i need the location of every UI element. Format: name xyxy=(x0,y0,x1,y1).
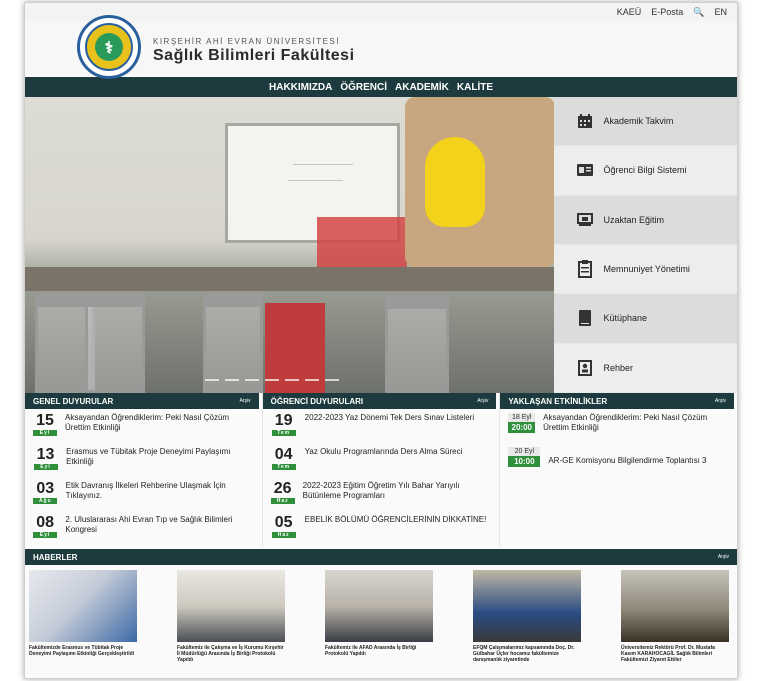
date-badge: 05 Haz xyxy=(271,515,297,538)
genel-duyurular-header: GENEL DUYURULAR Arşiv xyxy=(25,393,259,409)
announcement-title[interactable]: Erasmus ve Tübitak Proje Deneyimi Paylaş… xyxy=(66,447,254,467)
quick-link-kutuphane[interactable]: Kütüphane xyxy=(553,294,737,344)
date-badge: 04 Tem xyxy=(271,447,297,470)
news-image xyxy=(29,570,137,642)
quick-link-memnuniyet[interactable]: Memnuniyet Yönetimi xyxy=(553,244,737,295)
kaeu-link[interactable]: KAEÜ xyxy=(617,7,642,17)
nav-ogrenci[interactable]: ÖĞRENCİ xyxy=(340,82,387,93)
faculty-logo[interactable]: ⚕ xyxy=(77,15,141,79)
date-badge: 15 Eyl xyxy=(33,413,57,436)
date-badge: 08 Eyl xyxy=(33,515,58,538)
ogrenci-duyurulari-header: ÖĞRENCİ DUYURULARI Arşiv xyxy=(262,393,497,409)
event-title[interactable]: Aksayandan Öğrendiklerim: Peki Nasıl Çöz… xyxy=(543,413,729,439)
id-card-icon xyxy=(576,161,594,179)
news-card[interactable]: EFQM Çalışmalarımız kapsamında Doç. Dr. … xyxy=(473,570,581,678)
date-badge: 13 Eyl xyxy=(33,447,58,470)
announcement-title[interactable]: Etik Davranış İlkeleri Rehberine Ulaşmak… xyxy=(66,481,254,501)
top-bar: KAEÜ E-Posta 🔍 EN xyxy=(25,3,737,21)
genel-duyurular: GENEL DUYURULAR Arşiv 15 Eyl Aksayandan Ö… xyxy=(25,393,263,547)
university-name: KIRŞEHİR AHİ EVRAN ÜNİVERSİTESİ xyxy=(153,37,340,46)
announcement-title[interactable]: Yaz Okulu Programlarında Ders Alma Sürec… xyxy=(305,447,463,457)
quick-link-uzaktan-egitim[interactable]: Uzaktan Eğitim xyxy=(553,195,737,245)
arsiv-link[interactable]: Arşiv xyxy=(715,398,726,404)
quick-link-obs[interactable]: Öğrenci Bilgi Sistemi xyxy=(553,146,737,196)
news-caption: EFQM Çalışmalarımız kapsamında Doç. Dr. … xyxy=(473,645,575,663)
haberler-header: HABERLER Arşiv xyxy=(25,549,737,565)
list-item[interactable]: 13 Eyl Erasmus ve Tübitak Proje Deneyimi … xyxy=(25,443,262,477)
news-card[interactable]: Fakültemizde Erasmus ve Tübitak Proje De… xyxy=(29,570,137,678)
contacts-icon xyxy=(576,359,594,377)
search-icon[interactable]: 🔍 xyxy=(693,7,704,18)
quick-link-label: Memnuniyet Yönetimi xyxy=(603,264,690,275)
section-title: HABERLER xyxy=(33,552,78,562)
nav-kalite[interactable]: KALİTE xyxy=(457,82,493,93)
ogrenci-duyurulari: ÖĞRENCİ DUYURULARI Arşiv 19 Tem 2022-2023… xyxy=(262,393,501,547)
quick-link-label: Akademik Takvim xyxy=(603,116,674,127)
announcement-title[interactable]: 2022-2023 Eğitim Öğretim Yılı Bahar Yarı… xyxy=(303,481,492,501)
site-header: ⚕ KIRŞEHİR AHİ EVRAN ÜNİVERSİTESİ Sağlık… xyxy=(25,15,737,79)
calendar-icon xyxy=(576,112,594,130)
list-item[interactable]: 08 Eyl 2. Uluslararası Ahi Evran Tıp ve S… xyxy=(25,511,262,545)
book-icon xyxy=(576,309,594,327)
news-image xyxy=(177,570,285,642)
event-date-badge: 18 Eyl 20:00 xyxy=(508,413,536,439)
news-card[interactable]: Fakültemiz ile AFAD Arasında İş Birliği … xyxy=(325,570,433,678)
announcement-title[interactable]: 2. Uluslararası Ahi Evran Tıp ve Sağlık … xyxy=(65,515,253,535)
news-carousel: Fakültemizde Erasmus ve Tübitak Proje De… xyxy=(25,565,737,678)
nav-akademik[interactable]: AKADEMİK xyxy=(395,82,449,93)
quick-link-rehber[interactable]: Rehber xyxy=(553,343,737,393)
section-title: GENEL DUYURULAR xyxy=(33,396,114,406)
yaklasan-etkinlikler: YAKLAŞAN ETKİNLİKLER Arşiv 18 Eyl 20:00 A… xyxy=(500,393,737,547)
news-card[interactable]: Fakültemiz ile Çalışma ve İş Kurumu Kırş… xyxy=(177,570,285,678)
list-item[interactable]: 03 Ağu Etik Davranış İlkeleri Rehberine U… xyxy=(25,477,262,511)
yaklasan-etkinlikler-header: YAKLAŞAN ETKİNLİKLER Arşiv xyxy=(500,393,735,409)
section-title: YAKLAŞAN ETKİNLİKLER xyxy=(508,396,608,406)
arsiv-link[interactable]: Arşiv xyxy=(718,554,729,560)
announcement-columns: GENEL DUYURULAR Arşiv 15 Eyl Aksayandan Ö… xyxy=(25,393,737,547)
announcement-title[interactable]: Aksayandan Öğrendiklerim: Peki Nasıl Çöz… xyxy=(65,413,254,433)
list-item[interactable]: 18 Eyl 20:00 Aksayandan Öğrendiklerim: Pe… xyxy=(500,409,737,443)
quick-links: Akademik Takvim Öğrenci Bilgi Sistemi Uz… xyxy=(553,97,737,393)
announcement-title[interactable]: 2022-2023 Yaz Dönemi Tek Ders Sınav List… xyxy=(305,413,474,423)
event-title[interactable]: AR-GE Komisyonu Bilgilendirme Toplantısı… xyxy=(548,456,706,473)
list-item[interactable]: 19 Tem 2022-2023 Yaz Dönemi Tek Ders Sına… xyxy=(263,409,500,443)
english-link[interactable]: EN xyxy=(714,7,727,17)
list-item[interactable]: 04 Tem Yaz Okulu Programlarında Ders Alma… xyxy=(263,443,500,477)
list-item[interactable]: 20 Eyl 10:00 AR-GE Komisyonu Bilgilendirm… xyxy=(500,443,737,477)
main-nav: HAKKIMIZDA ÖĞRENCİ AKADEMİK KALİTE xyxy=(25,77,737,97)
list-item[interactable]: 15 Eyl Aksayandan Öğrendiklerim: Peki Nas… xyxy=(25,409,262,443)
date-badge: 26 Haz xyxy=(270,481,295,504)
quick-link-label: Uzaktan Eğitim xyxy=(603,214,665,225)
news-card[interactable]: Üniversitemiz Rektörü Prof. Dr. Mustafa … xyxy=(621,570,729,678)
date-badge: 03 Ağu xyxy=(33,481,58,504)
news-image xyxy=(473,570,581,642)
clipboard-icon xyxy=(576,260,594,279)
quick-link-label: Kütüphane xyxy=(603,313,648,324)
eposta-link[interactable]: E-Posta xyxy=(651,7,683,17)
hero-slider-image[interactable] xyxy=(25,97,554,393)
news-image xyxy=(325,570,433,642)
event-date-badge: 20 Eyl 10:00 xyxy=(508,447,541,473)
announcement-title[interactable]: EBELİK BÖLÜMÜ ÖĞRENCİLERİNİN DİKKATİNE! xyxy=(305,515,487,525)
quick-link-label: Rehber xyxy=(603,362,634,373)
quick-link-akademik-takvim[interactable]: Akademik Takvim xyxy=(553,97,737,147)
browser-frame: KAEÜ E-Posta 🔍 EN ⚕ KIRŞEHİR AHİ EVRAN Ü… xyxy=(24,2,738,679)
presentation-icon xyxy=(576,211,594,229)
news-caption: Fakültemiz ile AFAD Arasında İş Birliği … xyxy=(325,645,417,657)
hero-section: Akademik Takvim Öğrenci Bilgi Sistemi Uz… xyxy=(25,97,737,393)
news-caption: Fakültemizde Erasmus ve Tübitak Proje De… xyxy=(29,645,135,657)
quick-link-label: Öğrenci Bilgi Sistemi xyxy=(603,165,687,176)
arsiv-link[interactable]: Arşiv xyxy=(477,398,488,404)
section-title: ÖĞRENCİ DUYURULARI xyxy=(270,396,364,406)
list-item[interactable]: 05 Haz EBELİK BÖLÜMÜ ÖĞRENCİLERİNİN DİKKA… xyxy=(263,511,500,545)
date-badge: 19 Tem xyxy=(271,413,297,436)
list-item[interactable]: 26 Haz 2022-2023 Eğitim Öğretim Yılı Baha… xyxy=(263,477,500,511)
news-caption: Üniversitemiz Rektörü Prof. Dr. Mustafa … xyxy=(621,645,715,663)
nav-hakkimizda[interactable]: HAKKIMIZDA xyxy=(269,82,332,93)
faculty-name[interactable]: Sağlık Bilimleri Fakültesi xyxy=(153,47,355,65)
slider-dots[interactable] xyxy=(205,379,339,381)
news-caption: Fakültemiz ile Çalışma ve İş Kurumu Kırş… xyxy=(177,645,284,663)
arsiv-link[interactable]: Arşiv xyxy=(240,398,251,404)
news-image xyxy=(621,570,729,642)
